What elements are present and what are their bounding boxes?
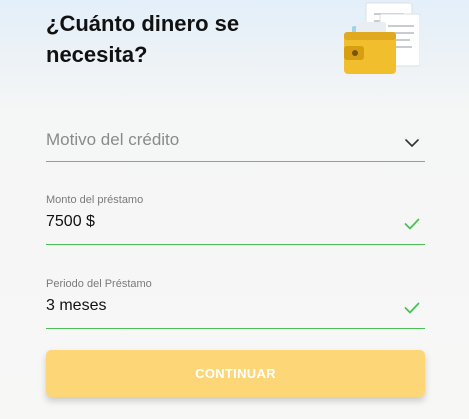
amount-field[interactable]: Monto del préstamo 7500 $ — [46, 194, 425, 245]
wallet-documents-icon — [344, 2, 420, 74]
period-label: Periodo del Préstamo — [46, 278, 152, 290]
period-underline — [46, 328, 425, 329]
chevron-down-icon[interactable] — [405, 138, 419, 148]
checkmark-icon — [404, 302, 420, 314]
reason-placeholder: Motivo del crédito — [46, 130, 180, 149]
reason-underline — [46, 161, 425, 162]
continue-button[interactable]: CONTINUAR — [46, 350, 425, 397]
checkmark-icon — [404, 218, 420, 230]
period-value[interactable]: 3 meses — [46, 297, 106, 315]
period-field[interactable]: Periodo del Préstamo 3 meses — [46, 278, 425, 329]
amount-underline — [46, 244, 425, 245]
reason-select[interactable]: Motivo del crédito — [46, 120, 425, 162]
page-title: ¿Cuánto dinero se necesita? — [46, 11, 240, 67]
amount-label: Monto del préstamo — [46, 194, 144, 206]
amount-value[interactable]: 7500 $ — [46, 213, 95, 231]
